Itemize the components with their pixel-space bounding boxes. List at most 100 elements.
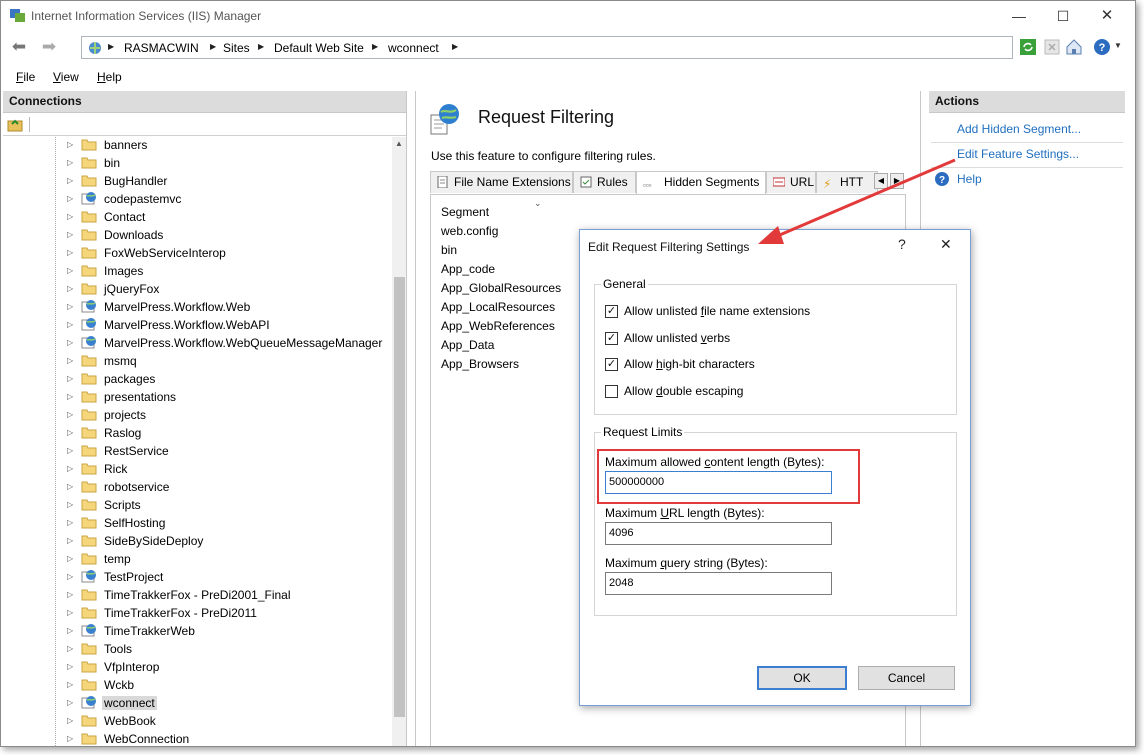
tree-item[interactable]: ▷ RestService [67,442,387,460]
tab-hidden-segments[interactable]: ▫▫▫ Hidden Segments [636,171,766,194]
tree-item[interactable]: ▷ SelfHosting [67,514,387,532]
forward-button[interactable]: ➡ [37,37,61,59]
segment-list-item[interactable]: App_LocalResources [441,300,555,314]
tree-item[interactable]: ▷ TestProject [67,568,387,586]
tree-item[interactable]: ▷ Contact [67,208,387,226]
segment-list-item[interactable]: bin [441,243,457,257]
expand-chevron-icon[interactable]: ▷ [67,536,73,545]
minimize-button[interactable]: — [996,1,1042,32]
tree-item[interactable]: ▷ Raslog [67,424,387,442]
tab-scroll-left-icon[interactable]: ◀ [874,173,888,189]
expand-chevron-icon[interactable]: ▷ [67,248,73,257]
tree-item[interactable]: ▷ codepastemvc [67,190,387,208]
expand-chevron-icon[interactable]: ▷ [67,410,73,419]
close-button[interactable]: ✕ [1084,1,1130,32]
tree-item[interactable]: ▷ Downloads [67,226,387,244]
expand-chevron-icon[interactable]: ▷ [67,464,73,473]
expand-chevron-icon[interactable]: ▷ [67,158,73,167]
expand-chevron-icon[interactable]: ▷ [67,680,73,689]
expand-chevron-icon[interactable]: ▷ [67,590,73,599]
breadcrumb[interactable]: ▶ RASMACWIN ▶ Sites ▶ Default Web Site ▶… [81,36,1013,59]
segment-list-item[interactable]: App_Browsers [441,357,519,371]
stop-icon[interactable] [1043,38,1061,56]
dialog-help-button[interactable]: ? [898,236,906,252]
expand-chevron-icon[interactable]: ▷ [67,608,73,617]
breadcrumb-sites[interactable]: Sites [223,41,250,55]
expand-chevron-icon[interactable]: ▷ [67,428,73,437]
tree-item[interactable]: ▷ Rick [67,460,387,478]
tree-item[interactable]: ▷ Tools [67,640,387,658]
checkbox-checked[interactable]: ✓ [605,305,618,318]
tree-item[interactable]: ▷ SideBySideDeploy [67,532,387,550]
expand-chevron-icon[interactable]: ▷ [67,734,73,743]
expand-chevron-icon[interactable]: ▷ [67,266,73,275]
help-link[interactable]: Help [957,172,982,186]
expand-chevron-icon[interactable]: ▷ [67,572,73,581]
tree-item[interactable]: ▷ presentations [67,388,387,406]
expand-chevron-icon[interactable]: ▷ [67,716,73,725]
tree-item[interactable]: ▷ Scripts [67,496,387,514]
tree-item[interactable]: ▷ robotservice [67,478,387,496]
segment-column-header[interactable]: Segment [441,205,489,219]
menu-view[interactable]: View [53,70,79,84]
tree-item[interactable]: ▷ VfpInterop [67,658,387,676]
expand-chevron-icon[interactable]: ▷ [67,500,73,509]
checkbox-checked[interactable]: ✓ [605,358,618,371]
breadcrumb-wconnect[interactable]: wconnect [388,41,439,55]
tree-item[interactable]: ▷ projects [67,406,387,424]
connect-icon[interactable] [7,117,23,132]
tree-item[interactable]: ▷ temp [67,550,387,568]
dialog-close-button[interactable]: ✕ [940,236,952,253]
tree-item[interactable]: ▷ WebBook [67,712,387,730]
expand-chevron-icon[interactable]: ▷ [67,140,73,149]
expand-chevron-icon[interactable]: ▷ [67,662,73,671]
breadcrumb-rasmacwin[interactable]: RASMACWIN [124,41,199,55]
expand-chevron-icon[interactable]: ▷ [67,518,73,527]
tree-item[interactable]: ▷ banners [67,137,387,154]
home-icon[interactable] [1065,38,1083,56]
expand-chevron-icon[interactable]: ▷ [67,176,73,185]
expand-chevron-icon[interactable]: ▷ [67,446,73,455]
max-url-length-input[interactable]: 4096 [605,522,832,545]
expand-chevron-icon[interactable]: ▷ [67,320,73,329]
edit-feature-settings-link[interactable]: Edit Feature Settings... [957,147,1079,161]
expand-chevron-icon[interactable]: ▷ [67,698,73,707]
scroll-up-icon[interactable]: ▲ [395,139,403,148]
cancel-button[interactable]: Cancel [858,666,955,690]
tree-item[interactable]: ▷ jQueryFox [67,280,387,298]
tab-http-verbs[interactable]: ⚡ HTT [816,171,878,193]
tree-item[interactable]: ▷ MarvelPress.Workflow.WebAPI [67,316,387,334]
menu-file[interactable]: File [16,70,35,84]
expand-chevron-icon[interactable]: ▷ [67,302,73,311]
expand-chevron-icon[interactable]: ▷ [67,392,73,401]
tree-item[interactable]: ▷ msmq [67,352,387,370]
expand-chevron-icon[interactable]: ▷ [67,230,73,239]
tree-item[interactable]: ▷ MarvelPress.Workflow.Web [67,298,387,316]
segment-list-item[interactable]: App_WebReferences [441,319,555,333]
checkbox-unchecked[interactable] [605,384,618,398]
help-icon[interactable]: ? [1093,38,1111,56]
max-query-string-input[interactable]: 2048 [605,572,832,595]
segment-list-item[interactable]: App_GlobalResources [441,281,561,295]
expand-chevron-icon[interactable]: ▷ [67,212,73,221]
tab-file-name-extensions[interactable]: File Name Extensions [430,171,573,193]
tree-item[interactable]: ▷ Wckb [67,676,387,694]
refresh-icon[interactable] [1019,38,1037,56]
expand-chevron-icon[interactable]: ▷ [67,194,73,203]
max-content-length-input[interactable]: 500000000 [605,471,832,494]
expand-chevron-icon[interactable]: ▷ [67,644,73,653]
tab-url[interactable]: URL [766,171,816,193]
segment-list-item[interactable]: web.config [441,224,498,238]
tree-item[interactable]: ▷ Images [67,262,387,280]
tree-item[interactable]: ▷ MarvelPress.Workflow.WebQueueMessageMan… [67,334,387,352]
tree-item[interactable]: ▷ BugHandler [67,172,387,190]
checkbox-checked[interactable]: ✓ [605,331,618,345]
tree-item[interactable]: ▷ FoxWebServiceInterop [67,244,387,262]
expand-chevron-icon[interactable]: ▷ [67,554,73,563]
expand-chevron-icon[interactable]: ▷ [67,338,73,347]
tree-item[interactable]: ▷ packages [67,370,387,388]
tab-rules[interactable]: Rules [573,171,636,193]
expand-chevron-icon[interactable]: ▷ [67,356,73,365]
breadcrumb-default-web-site[interactable]: Default Web Site [274,41,364,55]
tree-item[interactable]: ▷ TimeTrakkerFox - PreDi2001_Final [67,586,387,604]
